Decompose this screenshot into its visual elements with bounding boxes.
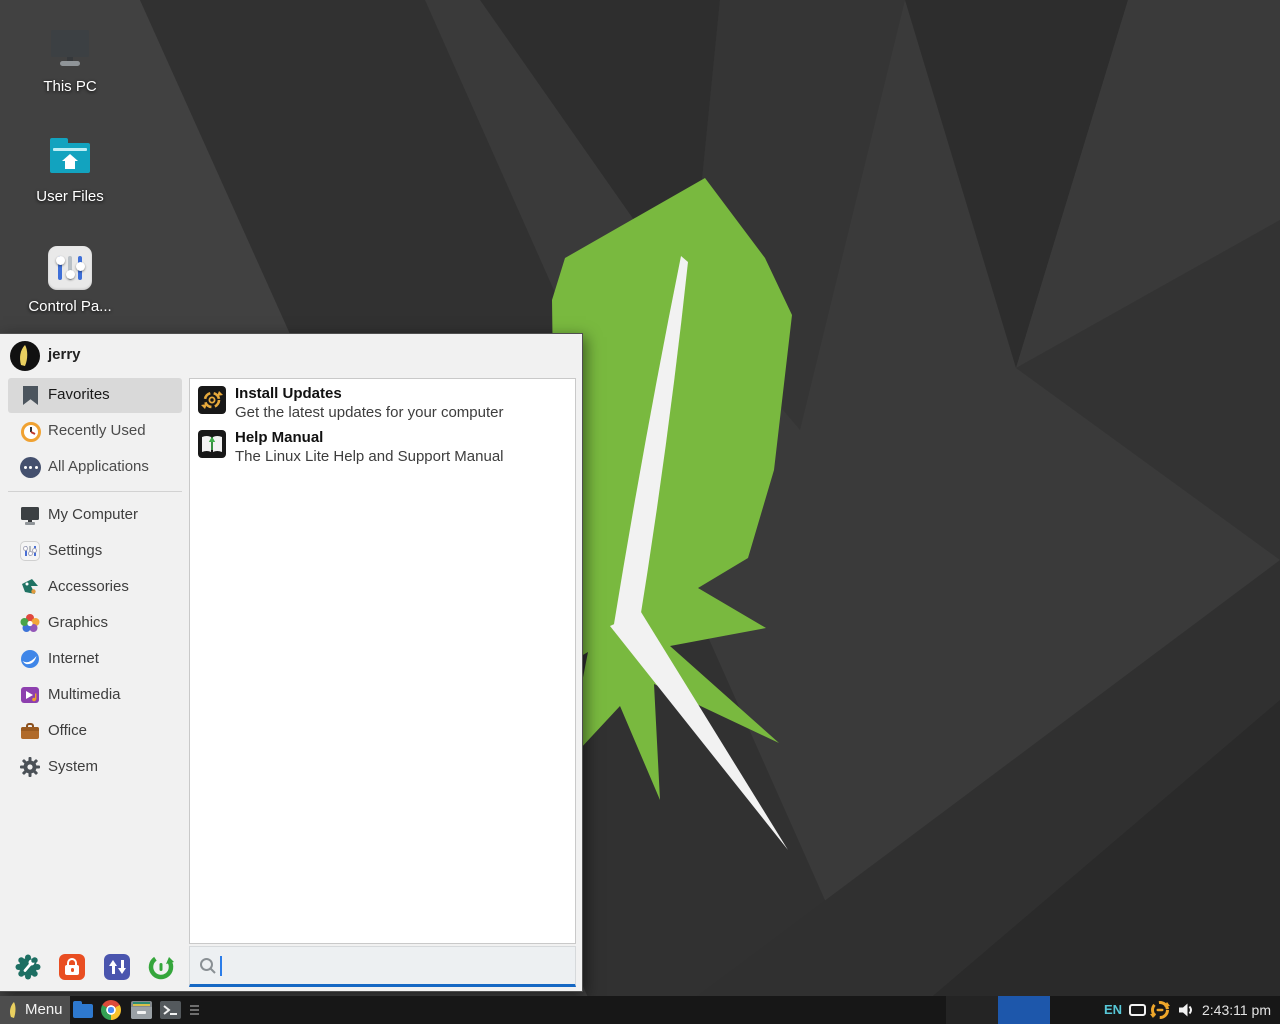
sidebar-item-recently-used[interactable]: Recently Used xyxy=(8,414,182,449)
user-avatar[interactable] xyxy=(10,341,40,371)
linux-lite-feather-icon xyxy=(5,1001,23,1019)
file-manager-icon[interactable] xyxy=(72,999,94,1021)
update-notifier-icon[interactable] xyxy=(1150,1000,1170,1020)
desktop-icon-label: Control Pa... xyxy=(15,298,125,315)
graphics-icon xyxy=(20,613,40,633)
clock[interactable]: 2:43:11 pm xyxy=(1202,996,1276,1024)
office-icon xyxy=(20,721,40,741)
category-system[interactable]: System xyxy=(8,749,182,785)
app-row-help-manual[interactable]: Help Manual The Linux Lite Help and Supp… xyxy=(191,427,574,471)
desktop-icon-label: This PC xyxy=(15,78,125,95)
internet-icon xyxy=(20,649,40,669)
settings-manager-icon[interactable] xyxy=(15,954,41,980)
my-computer-icon xyxy=(20,505,40,525)
multimedia-icon xyxy=(20,685,40,705)
taskbar: Menu EN xyxy=(0,996,1280,1024)
display-tray-icon[interactable] xyxy=(1129,1004,1146,1016)
sidebar-item-label: Favorites xyxy=(48,386,110,403)
accessories-icon xyxy=(20,577,40,597)
category-label: Settings xyxy=(48,542,102,559)
sidebar-item-label: All Applications xyxy=(48,458,149,475)
category-label: Internet xyxy=(48,650,99,667)
help-manual-icon xyxy=(198,430,226,458)
menu-button[interactable]: Menu xyxy=(0,996,70,1024)
category-accessories[interactable]: Accessories xyxy=(8,569,182,605)
settings-icon xyxy=(20,541,40,561)
menu-button-label: Menu xyxy=(25,996,63,1024)
system-gear-icon xyxy=(20,757,40,777)
category-graphics[interactable]: Graphics xyxy=(8,605,182,641)
category-label: My Computer xyxy=(48,506,138,523)
search-icon xyxy=(199,957,217,975)
category-label: Multimedia xyxy=(48,686,121,703)
category-label: Office xyxy=(48,722,87,739)
category-office[interactable]: Office xyxy=(8,713,182,749)
desktop: This PC User Files Control Pa... jerry xyxy=(0,0,1280,1024)
category-label: Graphics xyxy=(48,614,108,631)
category-label: System xyxy=(48,758,98,775)
desktop-icon-label: User Files xyxy=(15,188,125,205)
computer-icon xyxy=(15,24,125,76)
volume-icon[interactable] xyxy=(1177,1001,1195,1019)
sidebar-separator xyxy=(8,491,182,492)
terminal-icon[interactable] xyxy=(160,999,182,1021)
all-apps-icon xyxy=(20,457,42,479)
desktop-icon-user-files[interactable]: User Files xyxy=(15,134,125,205)
sidebar-item-all-applications[interactable]: All Applications xyxy=(8,450,182,485)
desktop-icon-this-pc[interactable]: This PC xyxy=(15,24,125,95)
lock-screen-icon[interactable] xyxy=(59,954,85,980)
category-label: Accessories xyxy=(48,578,129,595)
search-input[interactable] xyxy=(189,946,576,987)
bookmark-icon xyxy=(20,385,42,407)
workspace-2-active[interactable] xyxy=(998,996,1050,1024)
app-row-install-updates[interactable]: Install Updates Get the latest updates f… xyxy=(191,383,574,427)
keyboard-layout-indicator[interactable]: EN xyxy=(1104,996,1122,1024)
whisker-menu: jerry Favorites Recently Used All Applic… xyxy=(0,333,583,992)
linux-lite-feather-icon xyxy=(10,341,40,371)
app-description: Get the latest updates for your computer xyxy=(235,404,503,421)
app-title: Install Updates xyxy=(235,385,342,402)
switch-user-icon[interactable] xyxy=(104,954,130,980)
archive-manager-icon[interactable] xyxy=(131,999,153,1021)
category-settings[interactable]: Settings xyxy=(8,533,182,569)
sidebar-item-favorites[interactable]: Favorites xyxy=(8,378,182,413)
desktop-icon-control-panel[interactable]: Control Pa... xyxy=(15,244,125,315)
app-title: Help Manual xyxy=(235,429,323,446)
app-list: Install Updates Get the latest updates f… xyxy=(189,378,576,944)
category-internet[interactable]: Internet xyxy=(8,641,182,677)
app-description: The Linux Lite Help and Support Manual xyxy=(235,448,504,465)
username-label: jerry xyxy=(48,346,81,363)
quit-icon[interactable] xyxy=(148,954,174,980)
panel-grip-handle[interactable] xyxy=(190,1003,202,1017)
category-my-computer[interactable]: My Computer xyxy=(8,497,182,533)
clock-icon xyxy=(20,421,42,443)
chrome-browser-icon[interactable] xyxy=(101,999,123,1021)
install-updates-icon xyxy=(198,386,226,414)
category-multimedia[interactable]: Multimedia xyxy=(8,677,182,713)
sidebar-item-label: Recently Used xyxy=(48,422,146,439)
workspace-1[interactable] xyxy=(946,996,998,1024)
control-panel-icon xyxy=(15,244,125,296)
text-caret xyxy=(220,956,222,976)
home-folder-icon xyxy=(15,134,125,186)
